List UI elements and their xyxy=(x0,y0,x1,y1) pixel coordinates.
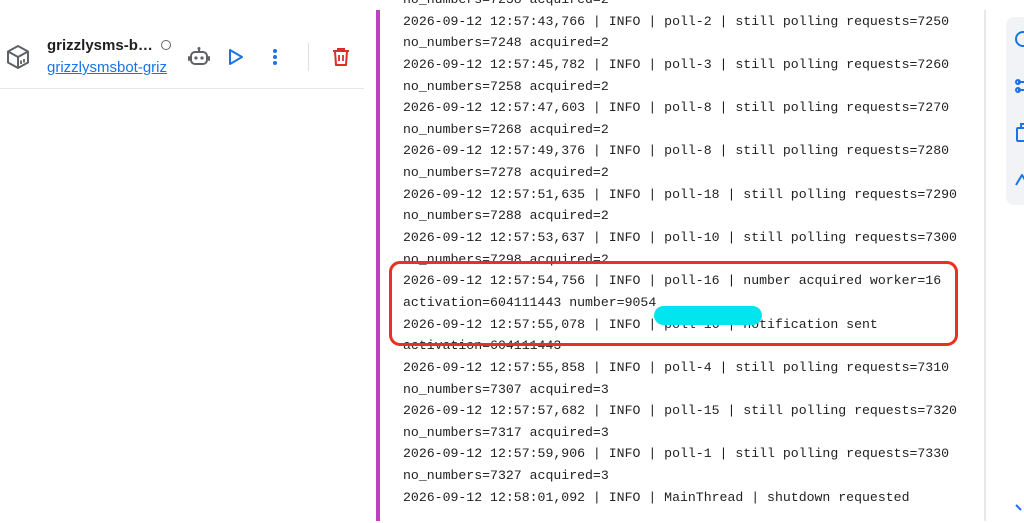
log-line: no_numbers=7268 acquired=2 xyxy=(403,121,609,137)
log-line: no_numbers=7258 acquired=2 xyxy=(403,78,609,94)
play-icon[interactable] xyxy=(223,44,249,70)
service-row[interactable]: grizzlysms-b… grizzlysmsbot-griz xyxy=(0,0,364,89)
trash-icon[interactable] xyxy=(328,44,354,70)
log-accent-bar xyxy=(376,10,380,521)
log-line: no_numbers=7327 acquired=3 xyxy=(403,468,609,484)
log-line: no_numbers=7307 acquired=3 xyxy=(403,381,609,397)
circle-outline-icon xyxy=(161,40,171,50)
chevron-down-icon[interactable] xyxy=(1014,500,1024,514)
log-line: 2026-09-12 12:57:43,766 | INFO | poll-2 … xyxy=(403,13,950,29)
toolbar-divider xyxy=(308,43,309,71)
log-line: 2026-09-12 12:57:55,858 | INFO | poll-4 … xyxy=(403,359,950,375)
log-viewer: no_numbers=7238 acquired=2 2026-09-12 12:… xyxy=(376,0,984,523)
log-line: 2026-09-12 12:57:57,682 | INFO | poll-15… xyxy=(403,403,957,419)
log-line: no_numbers=7278 acquired=2 xyxy=(403,165,609,181)
log-line: 2026-09-12 12:57:47,603 | INFO | poll-8 … xyxy=(403,100,950,116)
log-lines: no_numbers=7238 acquired=2 2026-09-12 12:… xyxy=(403,0,957,508)
route-icon[interactable] xyxy=(1006,73,1024,99)
service-list-panel: grizzlysms-b… grizzlysmsbot-griz xyxy=(0,0,364,523)
log-line: no_numbers=7248 acquired=2 xyxy=(403,35,609,51)
log-line: 2026-09-12 12:57:59,906 | INFO | poll-1 … xyxy=(403,446,950,462)
search-icon[interactable] xyxy=(1006,26,1024,52)
cube-icon xyxy=(6,44,30,70)
right-rail xyxy=(1006,17,1024,205)
log-line: no_numbers=7288 acquired=2 xyxy=(403,208,609,224)
service-url-link[interactable]: grizzlysmsbot-griz xyxy=(47,59,167,76)
log-line: 2026-09-12 12:57:53,637 | INFO | poll-10… xyxy=(403,230,957,246)
cloud-icon[interactable] xyxy=(1006,165,1024,191)
robot-icon[interactable] xyxy=(186,44,212,70)
log-line: no_numbers=7238 acquired=2 xyxy=(403,0,957,11)
log-line: 2026-09-12 12:57:49,376 | INFO | poll-8 … xyxy=(403,143,950,159)
log-line: no_numbers=7317 acquired=3 xyxy=(403,424,609,440)
log-line: 2026-09-12 12:57:45,782 | INFO | poll-3 … xyxy=(403,56,950,72)
more-vert-icon[interactable] xyxy=(262,44,288,70)
bucket-icon[interactable] xyxy=(1006,119,1024,145)
scroll-separator xyxy=(984,10,986,521)
redaction-mark xyxy=(654,306,762,325)
log-line: 2026-09-12 12:57:51,635 | INFO | poll-18… xyxy=(403,186,957,202)
highlight-box xyxy=(389,261,958,346)
service-name[interactable]: grizzlysms-b… xyxy=(47,37,153,54)
log-line: 2026-09-12 12:58:01,092 | INFO | MainThr… xyxy=(403,489,910,505)
